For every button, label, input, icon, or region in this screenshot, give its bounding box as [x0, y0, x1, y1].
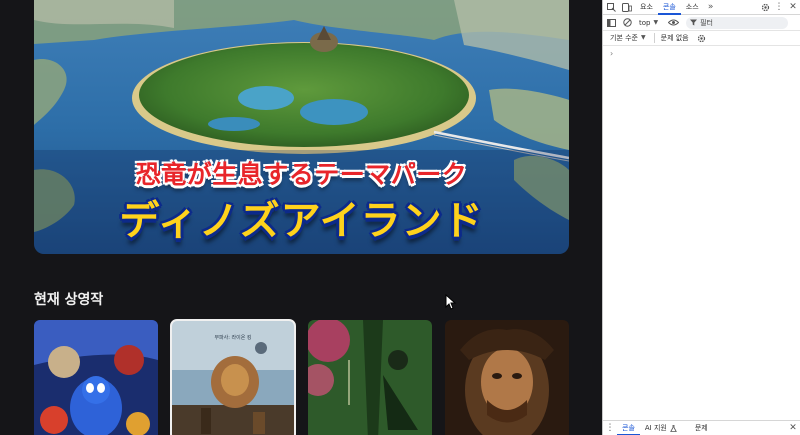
tab-elements[interactable]: 요소: [635, 0, 658, 15]
settings-gear-icon[interactable]: [757, 0, 773, 15]
drawer-menu-icon[interactable]: ⋮: [603, 421, 617, 435]
mouse-cursor-icon: [445, 294, 457, 310]
log-levels-label: 기본 수준: [610, 34, 638, 42]
chevron-down-icon: ▼: [653, 18, 659, 26]
main-page: 恐竜が生息するテーマパーク ディノズアイランド 현재 상영작 무파사: 라이온 …: [0, 0, 602, 435]
toolbar-divider: [653, 33, 655, 43]
device-toolbar-icon[interactable]: [619, 0, 635, 15]
filter-input[interactable]: 필터: [686, 16, 789, 29]
context-selector[interactable]: top ▼: [639, 19, 658, 27]
sidebar-toggle-icon[interactable]: [603, 15, 619, 31]
drawer-tab-ai-label: AI 지원: [644, 423, 667, 432]
console-prompt-chevron-icon: ›: [610, 49, 614, 58]
drawer-tab-issues[interactable]: 문제: [690, 421, 713, 435]
console-toolbar: top ▼ 필터: [603, 15, 800, 31]
devtools-panel: 요소 콘솔 소스 » ⋮ ✕ top ▼ 필터 기본 수준 ▼ 문제 없음 › …: [602, 0, 800, 435]
issues-count[interactable]: 문제 없음: [661, 33, 689, 43]
movie-poster[interactable]: [34, 320, 158, 435]
more-tabs-icon[interactable]: »: [704, 0, 718, 15]
hero-subtitle: 恐竜が生息するテーマパーク: [135, 160, 468, 189]
hero-banner[interactable]: 恐竜が生息するテーマパーク ディノズアイランド: [34, 0, 569, 254]
movie-poster[interactable]: 무파사: 라이온 킹: [170, 319, 296, 435]
console-settings-gear-icon[interactable]: [695, 31, 709, 46]
clear-console-icon[interactable]: [619, 15, 635, 31]
console-output[interactable]: ›: [603, 46, 800, 420]
drawer-tab-ai-assistance[interactable]: AI 지원: [640, 421, 682, 435]
poster-2-caption: 무파사: 라이온 킹: [214, 335, 252, 341]
poster-1-art: [34, 320, 158, 435]
movie-poster[interactable]: [445, 320, 569, 435]
log-levels-dropdown[interactable]: 기본 수준 ▼: [610, 33, 646, 43]
tab-sources[interactable]: 소스: [681, 0, 704, 15]
poster-3-art: [308, 320, 432, 435]
chevron-down-icon: ▼: [641, 34, 646, 41]
close-drawer-icon[interactable]: ✕: [785, 421, 800, 435]
devtools-tab-bar: 요소 콘솔 소스 » ⋮ ✕: [603, 0, 800, 15]
close-devtools-icon[interactable]: ✕: [785, 0, 800, 15]
console-settings-bar: 기본 수준 ▼ 문제 없음: [603, 31, 800, 46]
hero-title: ディノズアイランド: [119, 198, 484, 244]
tab-console[interactable]: 콘솔: [657, 0, 681, 15]
filter-icon: [690, 19, 698, 26]
context-selector-value: top: [639, 18, 651, 27]
filter-placeholder: 필터: [700, 18, 713, 27]
drawer-tab-bar: ⋮ 콘솔 AI 지원 문제 ✕: [603, 420, 800, 435]
inspect-element-icon[interactable]: [603, 0, 619, 15]
live-expression-eye-icon[interactable]: [664, 15, 682, 31]
movie-poster[interactable]: [308, 320, 432, 435]
drawer-tab-console[interactable]: 콘솔: [617, 421, 640, 435]
poster-4-art: [445, 320, 569, 435]
section-title-now-showing: 현재 상영작: [34, 292, 104, 308]
flask-icon: [669, 424, 677, 432]
more-options-icon[interactable]: ⋮: [773, 0, 785, 15]
